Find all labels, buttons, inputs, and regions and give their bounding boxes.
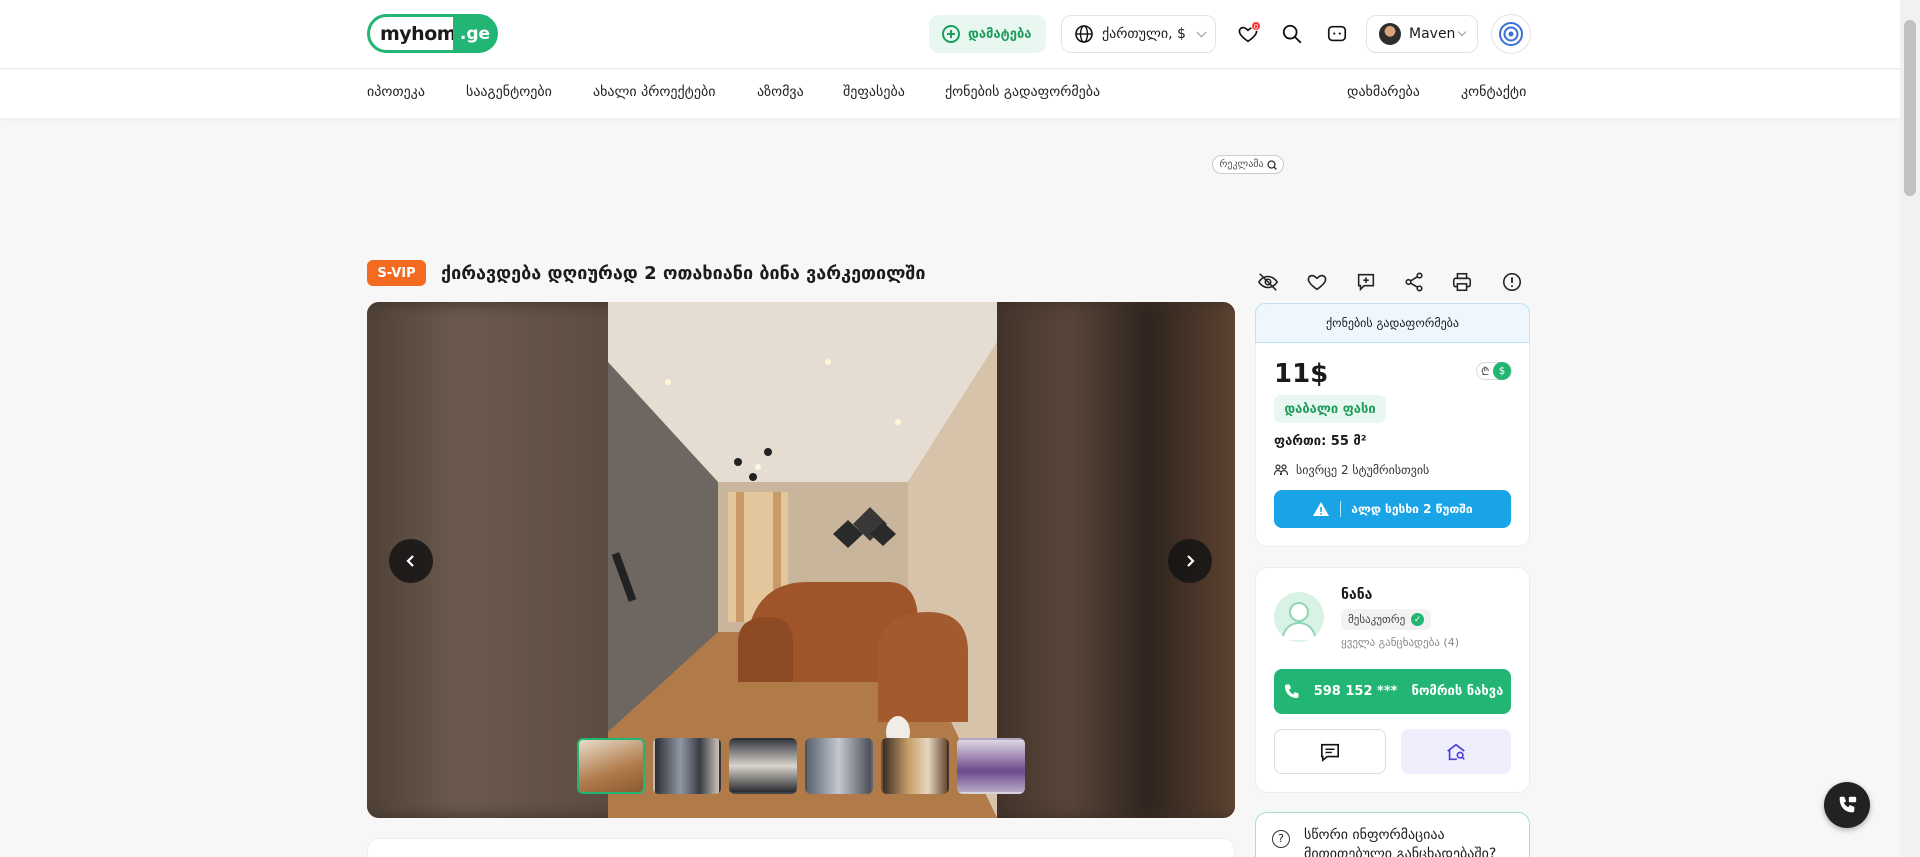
house-search-icon — [1447, 743, 1465, 760]
add-listing-label: დამატება — [968, 26, 1032, 42]
scrollbar-thumb[interactable] — [1904, 20, 1916, 196]
nav-item-help[interactable]: დახმარება — [1347, 84, 1420, 100]
site-logo[interactable]: myhome .ge — [367, 14, 498, 53]
nav-item-property-transfer[interactable]: ქონების გადაფორმება — [945, 84, 1100, 100]
messages-button[interactable] — [1323, 20, 1351, 48]
search-icon — [1282, 24, 1302, 44]
agent-properties-button[interactable] — [1401, 729, 1511, 774]
target-logo-icon — [1499, 22, 1523, 46]
search-button[interactable] — [1278, 20, 1306, 48]
info-icon — [1502, 272, 1522, 292]
info-accuracy-card[interactable]: ? სწორი ინფორმაციაა მითითებული განცხადებ… — [1255, 812, 1530, 857]
chat-bubble-icon — [1327, 25, 1347, 42]
agent-avatar — [1274, 592, 1324, 642]
guests-label: სივრცე 2 სტუმრისთვის — [1296, 463, 1430, 477]
show-number-label: ნომრის ნახვა — [1411, 684, 1504, 699]
chevron-left-icon — [406, 555, 414, 567]
partner-app-button[interactable] — [1491, 14, 1531, 54]
area-info: ფართი: 55 მ² — [1274, 434, 1367, 449]
verified-check-icon: ✓ — [1411, 613, 1425, 626]
nav-item-valuation[interactable]: შეფასება — [843, 84, 905, 100]
plus-circle-icon — [942, 25, 960, 43]
gallery-thumbnail[interactable] — [729, 738, 797, 794]
divider — [1340, 501, 1342, 517]
owner-label: მესაკუთრე — [1348, 613, 1406, 626]
share-button[interactable] — [1402, 270, 1426, 294]
favorites-button[interactable]: 0 — [1234, 20, 1262, 48]
logo-tld: .ge — [453, 14, 497, 53]
show-phone-button[interactable]: 598 152 *** ნომრის ნახვა — [1274, 669, 1511, 714]
eye-off-icon — [1257, 273, 1279, 291]
hide-listing-button[interactable] — [1256, 270, 1280, 294]
ad-label-text: რეკლამა — [1219, 159, 1264, 170]
page-scrollbar[interactable] — [1900, 0, 1920, 857]
quick-loan-button[interactable]: ალდ სესხი 2 წუთში — [1274, 490, 1511, 528]
photo-gallery[interactable] — [367, 302, 1235, 818]
printer-icon — [1452, 272, 1472, 292]
description-card — [367, 838, 1235, 857]
share-icon — [1405, 272, 1423, 292]
favorite-listing-button[interactable] — [1305, 270, 1329, 294]
nav-item-mortgage[interactable]: იპოთეკა — [367, 84, 425, 100]
gallery-prev-button[interactable] — [389, 539, 433, 583]
user-menu[interactable]: Maven — [1366, 15, 1478, 53]
add-note-button[interactable] — [1354, 270, 1378, 294]
question-icon: ? — [1272, 830, 1290, 848]
note-add-icon — [1357, 273, 1375, 292]
currency-gel: ₾ — [1481, 365, 1490, 378]
thumbnail-strip — [577, 738, 1025, 794]
favorites-count-badge: 0 — [1251, 21, 1261, 31]
low-price-badge: დაბალი ფასი — [1274, 395, 1386, 423]
gallery-thumbnail[interactable] — [653, 738, 721, 794]
nav-item-agencies[interactable]: სააგენტოები — [466, 84, 552, 100]
quick-loan-label: ალდ სესხი 2 წუთში — [1351, 502, 1473, 516]
gallery-thumbnail[interactable] — [577, 738, 645, 794]
language-label: ქართული, $ — [1102, 26, 1186, 42]
guests-info: სივრცე 2 სტუმრისთვის — [1274, 463, 1429, 477]
chevron-down-icon — [1457, 27, 1467, 37]
user-avatar — [1379, 23, 1401, 45]
print-button[interactable] — [1450, 270, 1474, 294]
main-nav: იპოთეკა სააგენტოები ახალი პროექტები აზომ… — [0, 70, 1900, 118]
floating-call-button[interactable] — [1824, 782, 1870, 828]
nav-item-contact[interactable]: კონტაქტი — [1461, 84, 1526, 100]
listing-price: 11$ — [1274, 359, 1329, 389]
warning-icon — [1313, 502, 1330, 516]
owner-badge: მესაკუთრე ✓ — [1341, 609, 1432, 630]
phone-chat-icon — [1839, 796, 1857, 813]
svip-badge: S-VIP — [367, 260, 426, 286]
report-button[interactable] — [1500, 270, 1524, 294]
ad-settings-icon — [1266, 159, 1277, 170]
add-listing-button[interactable]: დამატება — [929, 15, 1046, 53]
chevron-down-icon — [1196, 27, 1207, 38]
currency-toggle[interactable]: ₾ $ — [1476, 362, 1512, 380]
message-icon — [1321, 743, 1339, 762]
agent-name: ნანა — [1341, 587, 1373, 603]
gallery-thumbnail[interactable] — [957, 738, 1025, 794]
heart-icon — [1307, 274, 1327, 291]
info-accuracy-text: სწორი ინფორმაციაა მითითებული განცხადებაშ… — [1304, 827, 1497, 857]
nav-item-measurement[interactable]: აზომვა — [757, 84, 804, 100]
language-currency-select[interactable]: ქართული, $ — [1061, 15, 1216, 53]
globe-icon — [1075, 25, 1093, 43]
message-agent-button[interactable] — [1274, 729, 1386, 774]
people-icon — [1274, 464, 1288, 476]
gallery-next-button[interactable] — [1168, 539, 1212, 583]
agent-all-listings-link[interactable]: ყველა განცხადება (4) — [1341, 636, 1459, 649]
phone-icon — [1284, 684, 1299, 698]
chevron-right-icon — [1187, 555, 1195, 567]
top-header: myhome .ge დამატება ქართული, $ 0 Maven — [0, 0, 1900, 69]
property-transfer-banner[interactable]: ქონების გადაფორმება — [1255, 303, 1530, 343]
user-name: Maven — [1409, 26, 1456, 42]
ad-label[interactable]: რეკლამა — [1212, 155, 1284, 174]
phone-masked: 598 152 *** — [1313, 684, 1398, 699]
gallery-thumbnail[interactable] — [881, 738, 949, 794]
listing-title: ქირავდება დღიურად 2 ოთახიანი ბინა ვარკეთ… — [441, 263, 926, 284]
nav-item-new-projects[interactable]: ახალი პროექტები — [593, 84, 715, 100]
currency-usd: $ — [1493, 362, 1511, 380]
gallery-thumbnail[interactable] — [805, 738, 873, 794]
